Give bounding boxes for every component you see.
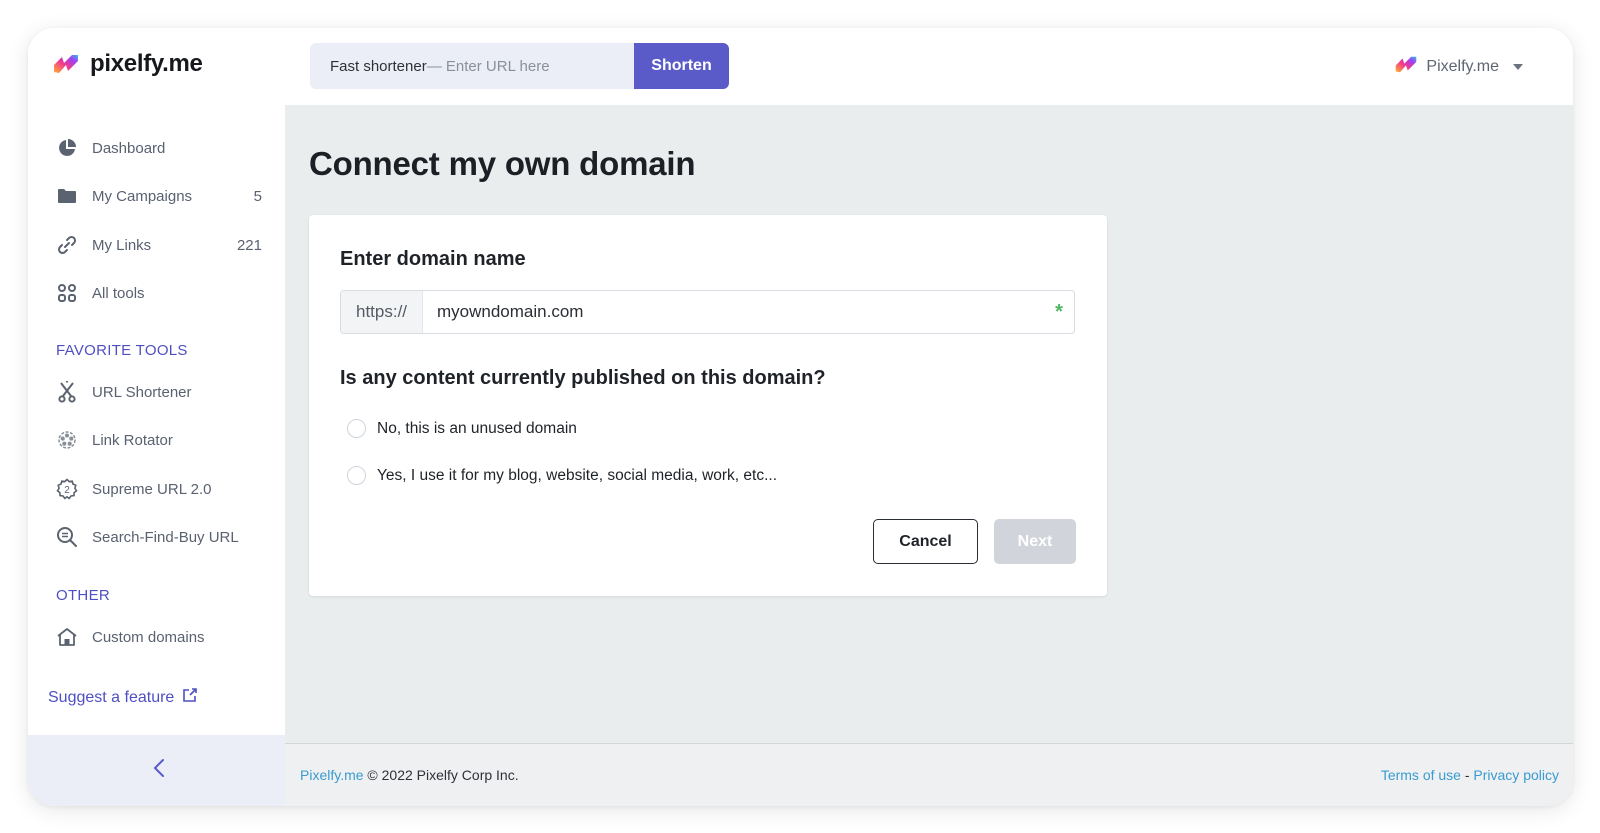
sidebar-item-all-tools[interactable]: All tools — [56, 278, 262, 308]
caret-down-icon — [1513, 64, 1523, 70]
brand-logo[interactable]: pixelfy.me — [52, 50, 203, 78]
suggest-feature-label: Suggest a feature — [48, 689, 175, 706]
account-menu[interactable]: Pixelfy.me — [1394, 55, 1523, 79]
radio-used-domain[interactable] — [347, 466, 366, 485]
sidebar-item-supreme-url[interactable]: 2 Supreme URL 2.0 — [56, 474, 262, 504]
footer-separator: - — [1460, 767, 1474, 783]
radio-label: Yes, I use it for my blog, website, soci… — [377, 466, 778, 484]
pie-chart-icon — [56, 137, 78, 159]
svg-text:2: 2 — [64, 485, 70, 496]
option-used-domain[interactable]: Yes, I use it for my blog, website, soci… — [347, 466, 777, 485]
footer: Pixelfy.me © 2022 Pixelfy Corp Inc. Term… — [285, 743, 1573, 806]
footer-copyright: Pixelfy.me © 2022 Pixelfy Corp Inc. — [300, 767, 519, 783]
top-header: Fast shortener — Enter URL here Shorten — [290, 28, 1573, 105]
sidebar-item-my-campaigns[interactable]: My Campaigns 5 — [56, 181, 262, 211]
collapse-sidebar-button[interactable] — [28, 735, 290, 806]
sidebar-item-label: My Campaigns — [92, 187, 193, 205]
link-icon — [56, 234, 78, 256]
sidebar-item-search-find-buy[interactable]: Search-Find-Buy URL — [56, 522, 262, 552]
required-indicator: * — [1055, 300, 1063, 323]
next-button[interactable]: Next — [994, 519, 1076, 564]
main-content: Connect my own domain Enter domain name … — [285, 105, 1573, 743]
grid-icon — [56, 282, 78, 304]
folder-icon — [56, 185, 78, 207]
home-icon — [56, 626, 78, 648]
rotator-icon — [56, 429, 78, 451]
campaigns-count: 5 — [253, 187, 262, 205]
privacy-policy-link[interactable]: Privacy policy — [1473, 767, 1559, 783]
sidebar-item-label: Dashboard — [92, 139, 166, 157]
option-unused-domain[interactable]: No, this is an unused domain — [347, 419, 577, 438]
pixelfy-logo-icon — [1394, 55, 1418, 79]
links-count: 221 — [236, 236, 262, 254]
connect-domain-card: Enter domain name https:// * Is any cont… — [309, 215, 1107, 596]
sidebar-item-label: Link Rotator — [92, 431, 173, 449]
sidebar-item-label: Supreme URL 2.0 — [92, 480, 212, 498]
sidebar: pixelfy.me Dashboard My Campaigns 5 My L… — [28, 28, 290, 806]
footer-links: Terms of use - Privacy policy — [1381, 767, 1559, 783]
sidebar-item-label: URL Shortener — [92, 383, 192, 401]
badge-2-icon: 2 — [56, 478, 78, 500]
domain-input-group: https:// * — [340, 290, 1075, 334]
domain-name-input[interactable] — [423, 291, 1044, 333]
scissors-icon — [56, 381, 78, 403]
page-title: Connect my own domain — [309, 145, 696, 182]
radio-unused-domain[interactable] — [347, 419, 366, 438]
shorten-button[interactable]: Shorten — [634, 43, 729, 89]
account-name: Pixelfy.me — [1426, 58, 1499, 75]
sidebar-item-label: My Links — [92, 236, 152, 254]
fast-shortener: Fast shortener — Enter URL here Shorten — [310, 43, 729, 89]
sidebar-item-label: Search-Find-Buy URL — [92, 528, 239, 546]
favorite-tools-heading: FAVORITE TOOLS — [56, 342, 188, 359]
brand-name: pixelfy.me — [90, 50, 203, 77]
app-window: pixelfy.me Dashboard My Campaigns 5 My L… — [28, 28, 1573, 806]
sidebar-item-url-shortener[interactable]: URL Shortener — [56, 377, 262, 407]
chevron-left-icon — [153, 758, 165, 783]
external-link-icon — [182, 688, 198, 708]
terms-of-use-link[interactable]: Terms of use — [1381, 767, 1461, 783]
sidebar-item-custom-domains[interactable]: Custom domains — [56, 622, 262, 652]
sidebar-item-dashboard[interactable]: Dashboard — [56, 133, 262, 163]
other-heading: OTHER — [56, 587, 110, 604]
radio-label: No, this is an unused domain — [377, 419, 577, 437]
suggest-feature-link[interactable]: Suggest a feature — [48, 688, 198, 708]
search-icon — [56, 526, 78, 548]
content-question: Is any content currently published on th… — [340, 367, 826, 389]
cancel-button[interactable]: Cancel — [873, 519, 978, 564]
domain-name-label: Enter domain name — [340, 248, 526, 270]
sidebar-item-label: All tools — [92, 284, 145, 302]
shortener-prefix: Fast shortener — [330, 57, 427, 75]
shortener-url-input[interactable]: Fast shortener — Enter URL here — [310, 43, 634, 89]
domain-prefix: https:// — [341, 291, 423, 333]
sidebar-item-label: Custom domains — [92, 628, 205, 646]
pixelfy-logo-icon — [52, 53, 80, 75]
shortener-placeholder: — Enter URL here — [426, 57, 550, 75]
sidebar-item-link-rotator[interactable]: Link Rotator — [56, 425, 262, 455]
copyright-text: © 2022 Pixelfy Corp Inc. — [363, 767, 519, 783]
footer-brand-link[interactable]: Pixelfy.me — [300, 767, 364, 783]
sidebar-item-my-links[interactable]: My Links 221 — [56, 230, 262, 260]
